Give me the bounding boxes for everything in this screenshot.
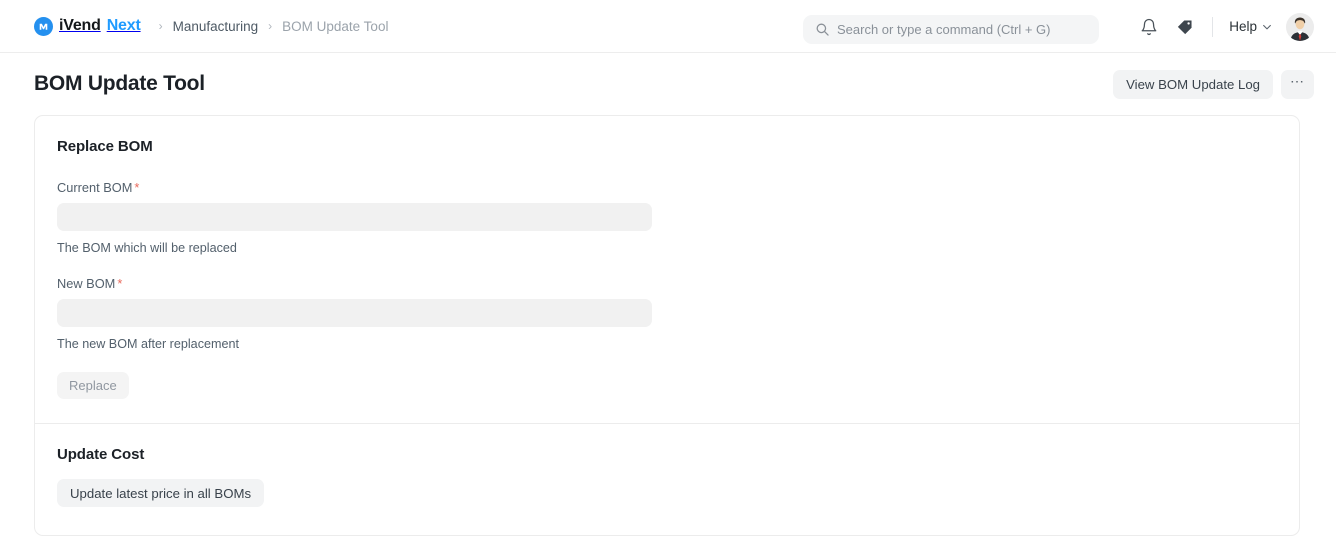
chevron-down-icon (1263, 24, 1271, 29)
update-cost-section: Update Cost Update latest price in all B… (35, 423, 1299, 535)
new-bom-field-group: New BOM * The new BOM after replacement (57, 276, 1277, 351)
view-bom-update-log-button[interactable]: View BOM Update Log (1113, 69, 1273, 99)
update-latest-price-button[interactable]: Update latest price in all BOMs (57, 479, 265, 507)
new-bom-label: New BOM * (57, 276, 1277, 291)
replace-bom-section-title: Replace BOM (57, 138, 153, 155)
help-menu-button[interactable]: Help (1229, 19, 1272, 34)
bell-icon[interactable] (1138, 16, 1160, 38)
top-navbar: iVend Next › Manufacturing › BOM Update T… (0, 0, 1336, 53)
ivend-logo-icon (34, 16, 53, 36)
current-bom-field-group: Current BOM * The BOM which will be repla… (57, 180, 1277, 255)
required-marker: * (117, 276, 123, 291)
page-header: BOM Update Tool View BOM Update Log ⋯ (0, 53, 1336, 115)
replace-bom-section: Replace BOM Current BOM * The BOM which w… (35, 116, 1299, 423)
new-bom-label-text: New BOM (57, 276, 116, 291)
current-bom-label-text: Current BOM (57, 180, 133, 195)
bom-update-tool-card: Replace BOM Current BOM * The BOM which w… (34, 115, 1300, 536)
breadcrumb-separator-icon: › (268, 19, 273, 33)
update-cost-section-title: Update Cost (57, 446, 145, 463)
help-label: Help (1229, 19, 1257, 34)
page-header-actions: View BOM Update Log ⋯ (1113, 69, 1314, 99)
page-title: BOM Update Tool (34, 72, 205, 95)
brand-name-primary: iVend (59, 17, 101, 34)
more-options-button[interactable]: ⋯ (1281, 69, 1314, 99)
user-avatar[interactable] (1286, 12, 1314, 41)
current-bom-help-text: The BOM which will be replaced (57, 241, 237, 255)
navbar-divider (1212, 16, 1214, 37)
brand-logo-link[interactable]: iVend Next (34, 16, 141, 36)
brand-name-secondary: Next (106, 17, 141, 34)
navbar-right-actions: Help (1138, 0, 1314, 53)
breadcrumb-item-current: BOM Update Tool (282, 18, 389, 34)
new-bom-input[interactable] (57, 299, 652, 327)
breadcrumb-separator-icon: › (158, 19, 163, 33)
global-search (803, 15, 1099, 44)
tag-icon[interactable] (1174, 16, 1196, 38)
replace-button[interactable]: Replace (57, 372, 129, 399)
current-bom-input[interactable] (57, 203, 652, 231)
breadcrumb-item-manufacturing[interactable]: Manufacturing (173, 19, 259, 34)
search-input[interactable] (803, 15, 1099, 44)
current-bom-label: Current BOM * (57, 180, 1277, 195)
required-marker: * (134, 180, 140, 195)
breadcrumb: › Manufacturing › BOM Update Tool (159, 19, 389, 34)
new-bom-help-text: The new BOM after replacement (57, 337, 239, 351)
